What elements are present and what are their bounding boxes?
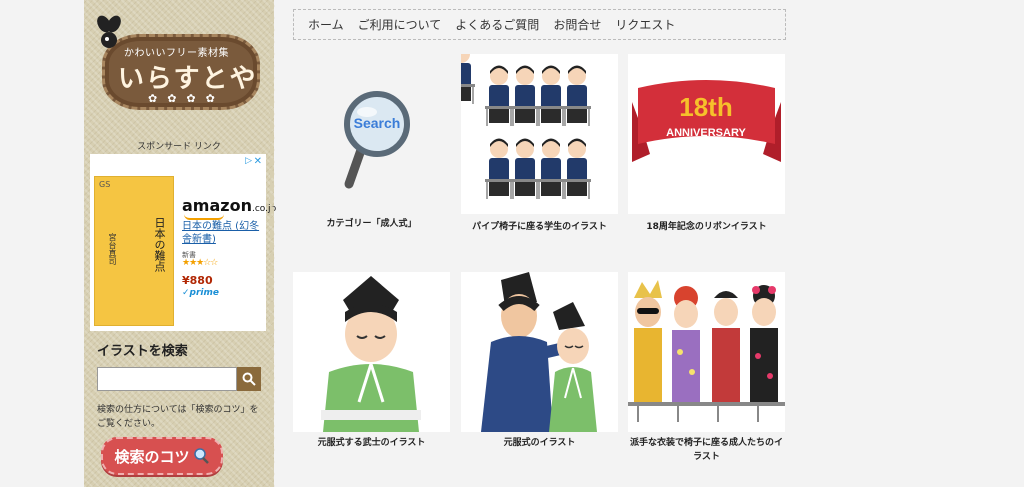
search-icon <box>242 372 256 386</box>
rating-stars: ★★★☆☆ <box>182 258 218 268</box>
book-publisher-mark: GS <box>99 180 111 189</box>
card-thumbnail[interactable]: Search <box>293 54 450 214</box>
card-thumbnail[interactable] <box>293 272 450 432</box>
sidebar: かわいいフリー素材集 いらすとや ✿✿✿✿ スポンサード リンク ▷ ✕ GS … <box>84 0 278 487</box>
nav-faq[interactable]: よくあるご質問 <box>455 16 539 33</box>
book-cover[interactable]: GS 日本の難点 宮台真司 <box>94 176 174 326</box>
sponsored-label: スポンサード リンク <box>137 142 221 152</box>
card-caption[interactable]: 派手な衣装で椅子に座る成人たちのイラスト <box>628 436 785 465</box>
magnifier-icon <box>193 448 209 464</box>
ribbon-illustration: 18th ANNIVERSARY <box>632 80 781 162</box>
card-caption[interactable]: 元服式する武士のイラスト <box>293 436 450 450</box>
main-nav: ホーム ご利用について よくあるご質問 お問合せ リクエスト <box>293 9 786 40</box>
nav-contact[interactable]: お問合せ <box>553 16 601 33</box>
prime-badge: ✓prime <box>182 288 219 298</box>
card-caption[interactable]: カテゴリー「成人式」 <box>293 217 450 231</box>
nav-request[interactable]: リクエスト <box>615 16 675 33</box>
book-author: 宮台真司 <box>108 233 117 265</box>
search-heading: イラストを検索 <box>97 344 188 359</box>
ad-product-link[interactable]: 日本の難点 (幻冬舎新書) <box>182 220 262 246</box>
search-help-text: 検索の仕方については「検索のコツ」をご覧ください。 <box>97 405 259 430</box>
card-thumbnail[interactable] <box>628 272 785 432</box>
adchoice-icon[interactable]: ▷ <box>245 156 252 166</box>
close-icon[interactable]: ✕ <box>254 156 262 167</box>
students-illustration <box>461 54 592 200</box>
search-button[interactable] <box>237 367 261 391</box>
genpuku-illustration <box>481 272 597 432</box>
logo-title: いらすとや <box>118 64 258 94</box>
card-thumbnail[interactable] <box>461 272 618 432</box>
ad-price: ¥880 <box>182 274 213 287</box>
search-tips-button[interactable]: 検索のコツ <box>101 437 223 475</box>
card-thumbnail[interactable] <box>461 54 618 214</box>
nav-home[interactable]: ホーム <box>308 16 344 33</box>
amazon-ad[interactable]: ▷ ✕ GS 日本の難点 宮台真司 amazon.co.jp 日本の難点 (幻冬… <box>90 154 276 331</box>
search-lens-word: Search <box>354 115 401 131</box>
search-input[interactable] <box>97 367 237 391</box>
card-caption[interactable]: パイプ椅子に座る学生のイラスト <box>461 220 618 234</box>
card-thumbnail[interactable]: 18th ANNIVERSARY <box>628 54 785 214</box>
search-tips-label: 検索のコツ <box>114 447 190 466</box>
search-magnifier-illustration: Search <box>344 91 410 189</box>
card-caption[interactable]: 18周年記念のリボンイラスト <box>628 220 785 234</box>
logo-subtitle: かわいいフリー素材集 <box>124 48 229 59</box>
nav-usage[interactable]: ご利用について <box>358 16 442 33</box>
flashy-adults-illustration <box>628 280 785 422</box>
logo-flowers: ✿✿✿✿ <box>148 92 225 105</box>
amazon-logo: amazon.co.jp <box>182 196 277 215</box>
ribbon-number: 18th <box>679 92 732 122</box>
samurai-illustration <box>321 276 421 432</box>
card-caption[interactable]: 元服式のイラスト <box>461 436 618 450</box>
site-logo[interactable]: かわいいフリー素材集 いらすとや ✿✿✿✿ <box>94 14 262 114</box>
book-title: 日本の難点 <box>153 217 166 272</box>
ribbon-text: ANNIVERSARY <box>666 127 746 139</box>
sprout-icon <box>97 15 121 48</box>
